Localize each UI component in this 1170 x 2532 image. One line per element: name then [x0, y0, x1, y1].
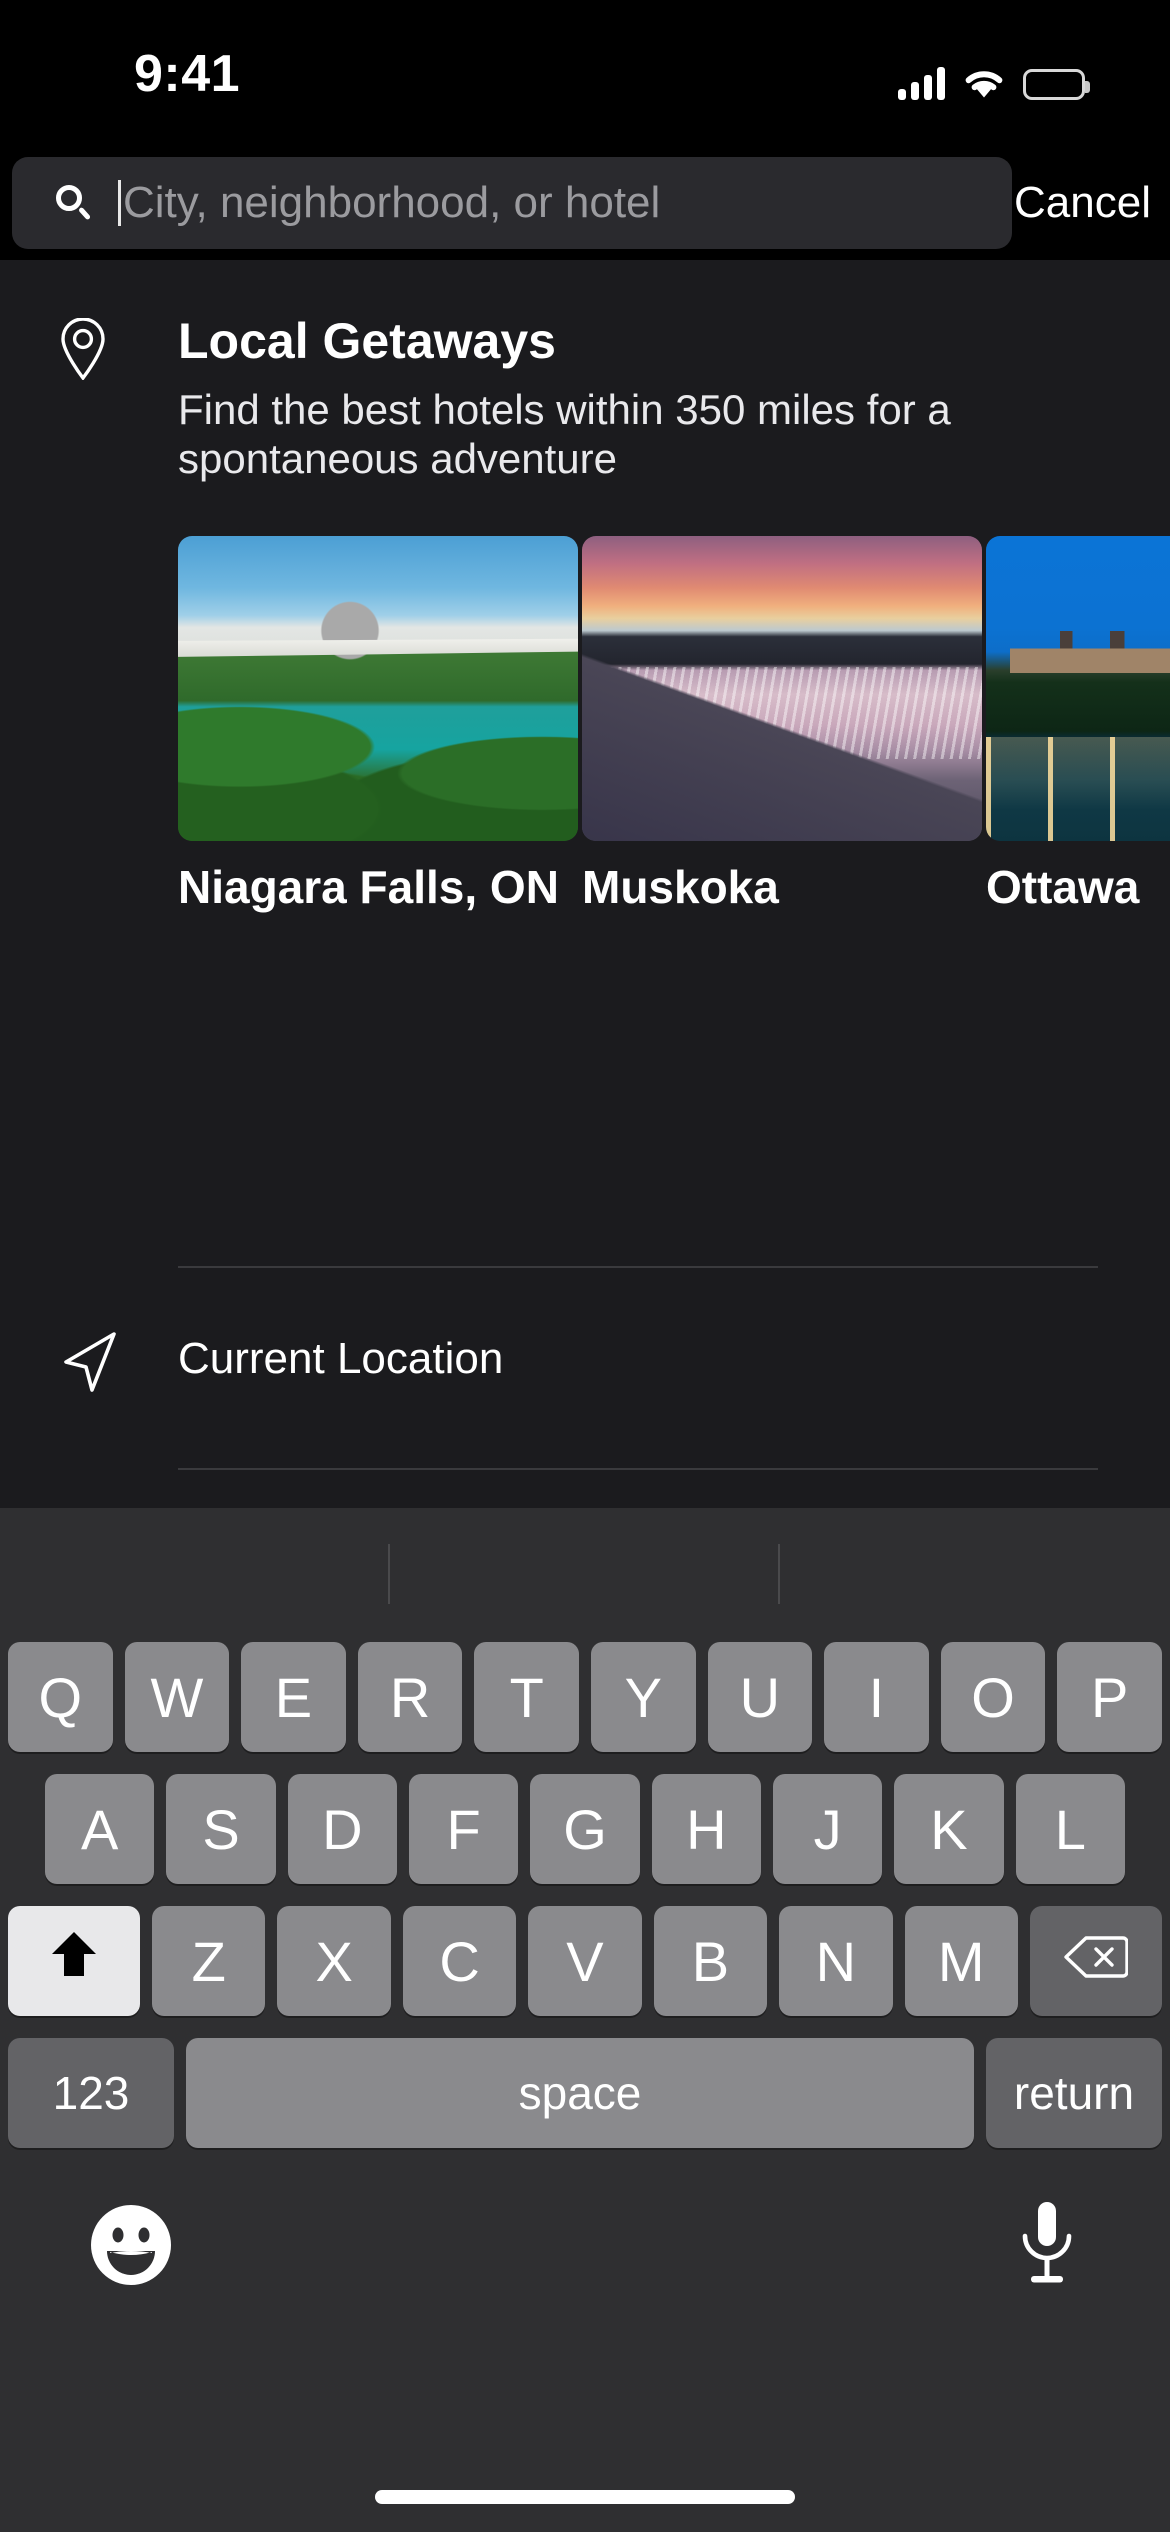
- destination-labels: Niagara Falls, ON Muskoka Ottawa: [0, 860, 1170, 930]
- destination-carousel[interactable]: [0, 536, 1170, 841]
- muskoka-lake-sunset-photo: [582, 536, 982, 841]
- navigation-arrow-icon: [58, 1328, 122, 1396]
- key-j[interactable]: J: [772, 1774, 883, 1884]
- key-u[interactable]: U: [707, 1642, 813, 1752]
- dictation-key[interactable]: [1012, 2198, 1082, 2292]
- suggestion-separator: [388, 1544, 390, 1604]
- key-s[interactable]: S: [166, 1774, 276, 1884]
- keyboard-bottom-bar: [0, 2180, 1170, 2340]
- key-c[interactable]: C: [402, 1906, 517, 2016]
- microphone-icon: [1012, 2202, 1082, 2295]
- wifi-icon: [962, 67, 1006, 100]
- key-n[interactable]: N: [779, 1906, 893, 2016]
- key-q[interactable]: Q: [8, 1642, 113, 1752]
- key-v[interactable]: V: [528, 1906, 642, 2016]
- status-bar-indicators: [898, 52, 1090, 100]
- key-t[interactable]: T: [474, 1642, 579, 1752]
- key-w[interactable]: W: [124, 1642, 230, 1752]
- keyboard-suggestion-bar[interactable]: [0, 1508, 1170, 1642]
- shift-arrow-icon: [48, 1928, 100, 1995]
- local-getaways-title: Local Getaways: [178, 313, 556, 369]
- home-indicator[interactable]: [375, 2490, 795, 2504]
- search-icon: [54, 183, 94, 223]
- current-location-label: Current Location: [178, 1334, 504, 1383]
- cellular-signal-icon: [898, 66, 945, 100]
- key-a[interactable]: A: [45, 1774, 155, 1884]
- key-b[interactable]: B: [653, 1906, 768, 2016]
- search-bar-row: City, neighborhood, or hotel Cancel: [0, 150, 1170, 260]
- on-screen-keyboard: Q W E R T Y U I O P A S D F G H J K L Z …: [0, 1508, 1170, 2532]
- local-getaways-subtitle: Find the best hotels within 350 miles fo…: [178, 386, 951, 483]
- space-key[interactable]: space: [186, 2038, 974, 2148]
- key-h[interactable]: H: [651, 1774, 761, 1884]
- key-f[interactable]: F: [408, 1774, 519, 1884]
- search-placeholder: City, neighborhood, or hotel: [123, 178, 661, 227]
- keyboard-row-4: 123 space return: [0, 2038, 1170, 2148]
- return-key[interactable]: return: [986, 2038, 1162, 2148]
- ottawa-parliament-night-photo: [986, 536, 1170, 841]
- niagara-falls-gorge-photo: [178, 536, 578, 841]
- suggestion-separator: [778, 1544, 780, 1604]
- destination-card[interactable]: [178, 536, 578, 841]
- current-location-row[interactable]: Current Location: [0, 1326, 1170, 1406]
- key-k[interactable]: K: [894, 1774, 1004, 1884]
- key-y[interactable]: Y: [590, 1642, 696, 1752]
- shift-key[interactable]: [8, 1906, 140, 2016]
- key-x[interactable]: X: [277, 1906, 391, 2016]
- delete-key[interactable]: [1029, 1906, 1162, 2016]
- divider: [178, 1468, 1098, 1470]
- keyboard-row-3: Z X C V B N M: [0, 1906, 1170, 2016]
- key-l[interactable]: L: [1015, 1774, 1125, 1884]
- divider: [178, 1266, 1098, 1268]
- destination-label[interactable]: Niagara Falls, ON: [178, 860, 559, 914]
- keyboard-row-1: Q W E R T Y U I O P: [0, 1642, 1170, 1752]
- key-d[interactable]: D: [287, 1774, 397, 1884]
- key-g[interactable]: G: [530, 1774, 640, 1884]
- search-suggestions-panel: Local Getaways Find the best hotels with…: [0, 260, 1170, 1508]
- key-e[interactable]: E: [241, 1642, 346, 1752]
- status-bar: 9:41: [0, 0, 1170, 150]
- key-o[interactable]: O: [940, 1642, 1046, 1752]
- status-bar-time: 9:41: [134, 45, 241, 103]
- location-pin-icon: [58, 317, 108, 381]
- destination-card[interactable]: [986, 536, 1170, 841]
- key-i[interactable]: I: [824, 1642, 929, 1752]
- destination-label[interactable]: Muskoka: [582, 860, 779, 914]
- keyboard-row-2: A S D F G H J K L: [0, 1774, 1170, 1884]
- emoji-smiley-icon: [88, 2205, 174, 2291]
- battery-full-icon: [1023, 69, 1090, 100]
- emoji-key[interactable]: [88, 2202, 174, 2288]
- search-input[interactable]: City, neighborhood, or hotel: [12, 157, 1012, 249]
- key-z[interactable]: Z: [152, 1906, 266, 2016]
- backspace-icon: [1064, 1929, 1129, 1994]
- key-p[interactable]: P: [1057, 1642, 1162, 1752]
- key-m[interactable]: M: [904, 1906, 1018, 2016]
- destination-label[interactable]: Ottawa: [986, 860, 1139, 914]
- text-cursor: [118, 180, 121, 226]
- destination-card[interactable]: [582, 536, 982, 841]
- cancel-button[interactable]: Cancel: [1014, 150, 1170, 256]
- phone-screen: 9:41 City, neighborhood, or hotel Cancel: [0, 0, 1170, 2532]
- numbers-key[interactable]: 123: [8, 2038, 174, 2148]
- key-r[interactable]: R: [357, 1642, 463, 1752]
